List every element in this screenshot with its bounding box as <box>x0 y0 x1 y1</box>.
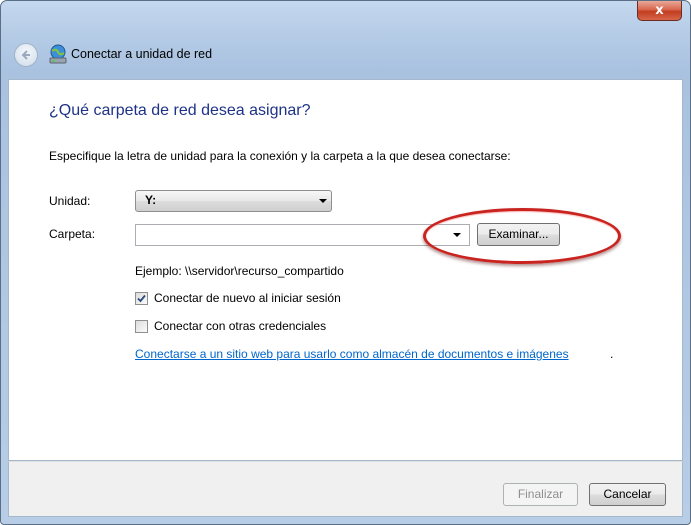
instruction-text: Especifique la letra de unidad para la c… <box>49 149 511 163</box>
website-link[interactable]: Conectarse a un sitio web para usarlo co… <box>135 347 569 361</box>
example-text: Ejemplo: \\servidor\recurso_compartido <box>135 264 344 278</box>
cancel-button[interactable]: Cancelar <box>589 483 666 506</box>
footer-bar: Finalizar Cancelar <box>8 461 683 517</box>
network-drive-icon <box>49 44 67 64</box>
dialog-window: x Conectar a unidad de red ¿Qué carpeta … <box>0 0 691 525</box>
chevron-down-icon <box>319 199 327 203</box>
back-button[interactable] <box>14 43 38 67</box>
drive-select[interactable]: Y: <box>135 190 332 212</box>
reconnect-label[interactable]: Conectar de nuevo al iniciar sesión <box>154 291 341 305</box>
drive-label: Unidad: <box>49 194 91 208</box>
drive-select-value: Y: <box>145 193 157 207</box>
other-credentials-label[interactable]: Conectar con otras credenciales <box>154 319 326 333</box>
window-title: Conectar a unidad de red <box>71 47 213 61</box>
other-credentials-checkbox[interactable] <box>135 320 148 333</box>
reconnect-checkbox[interactable] <box>135 292 148 305</box>
link-period: . <box>610 347 614 361</box>
close-button[interactable]: x <box>637 1 682 21</box>
browse-button[interactable]: Examinar... <box>477 223 560 246</box>
finish-button[interactable]: Finalizar <box>503 483 578 506</box>
content-panel: ¿Qué carpeta de red desea asignar? Espec… <box>8 79 683 461</box>
back-arrow-icon <box>21 50 30 60</box>
folder-label: Carpeta: <box>49 227 96 241</box>
page-heading: ¿Qué carpeta de red desea asignar? <box>49 102 311 119</box>
folder-input[interactable] <box>135 224 470 246</box>
close-icon: x <box>655 3 664 18</box>
checkmark-icon <box>137 294 146 303</box>
chevron-down-icon[interactable] <box>453 233 461 237</box>
